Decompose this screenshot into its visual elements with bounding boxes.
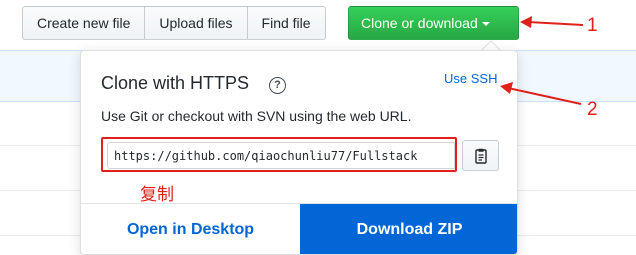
arrow-to-clone-button	[520, 16, 584, 28]
annotation-marker-2: 2	[587, 99, 598, 120]
arrow-to-use-ssh	[500, 82, 582, 105]
annotation-marker-1: 1	[587, 15, 598, 36]
annotation-arrows	[500, 16, 584, 105]
